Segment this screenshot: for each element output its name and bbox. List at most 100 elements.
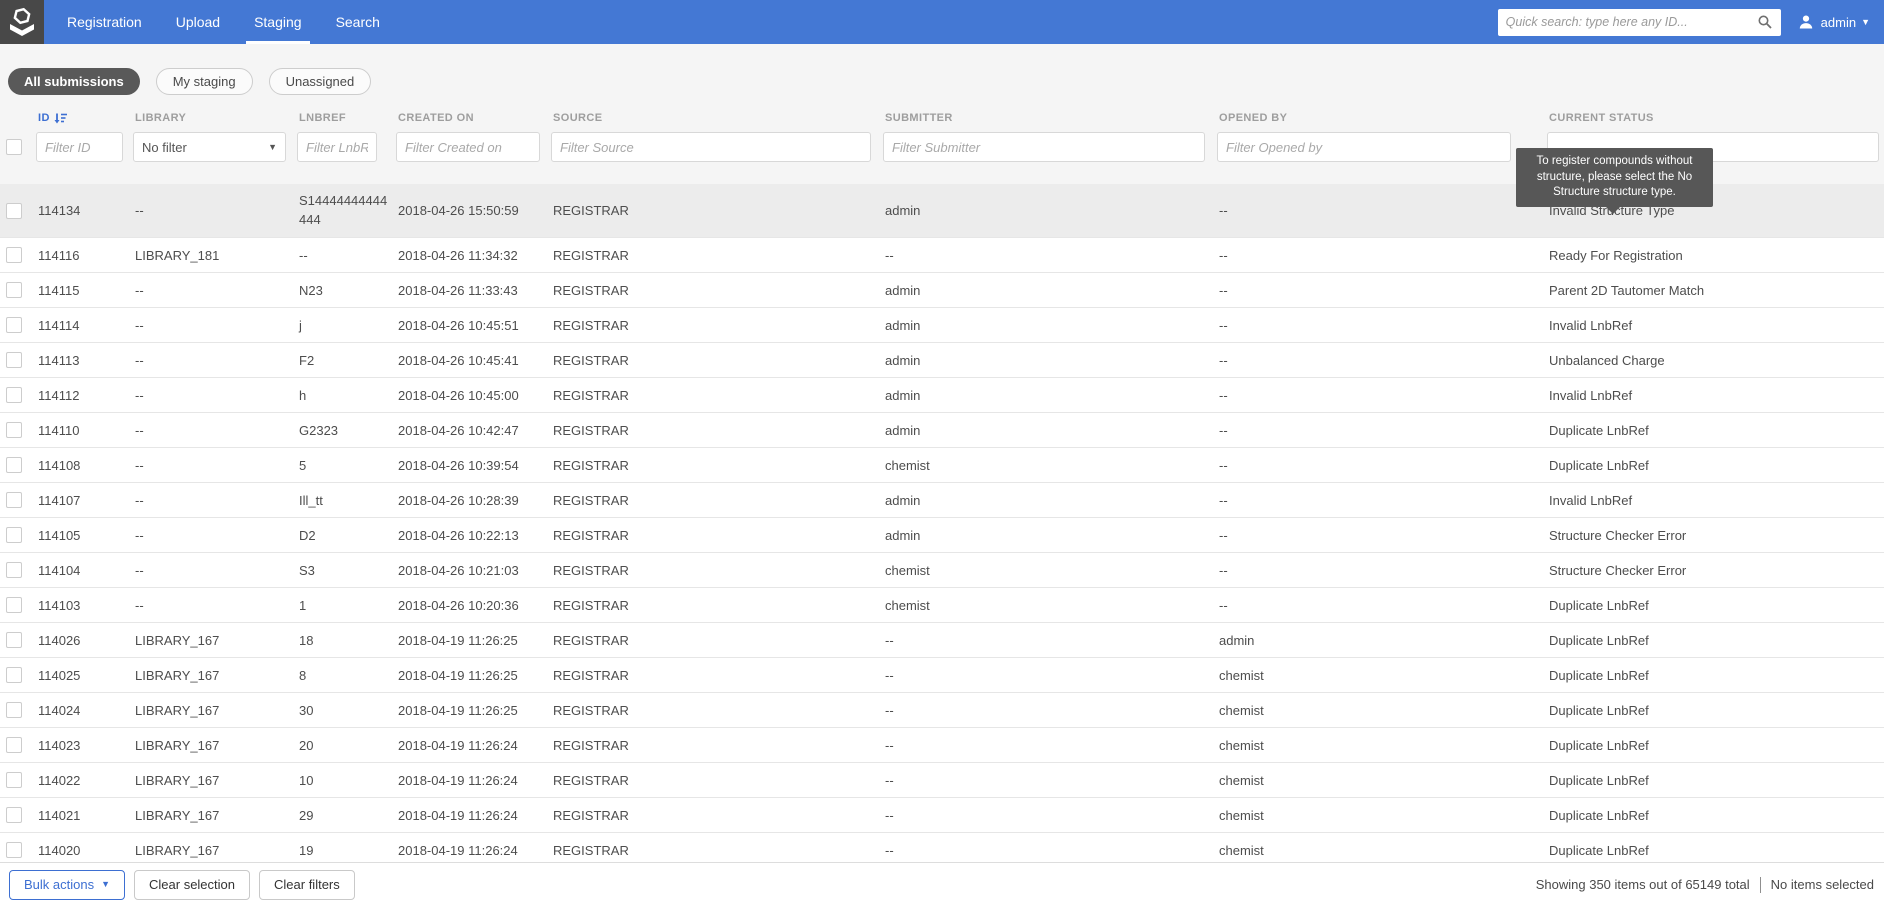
filter-library-select[interactable]: No filter ▼ [133,132,286,162]
column-header-id[interactable]: ID [30,112,127,125]
clear-selection-button[interactable]: Clear selection [134,870,250,900]
row-checkbox[interactable] [6,772,22,788]
table-row[interactable]: 114023LIBRARY_167202018-04-19 11:26:24RE… [0,728,1884,763]
cell-id: 114103 [30,598,127,613]
row-checkbox[interactable] [6,352,22,368]
table-row[interactable]: 114110--G23232018-04-26 10:42:47REGISTRA… [0,413,1884,448]
table-row[interactable]: 114114--j2018-04-26 10:45:51REGISTRARadm… [0,308,1884,343]
column-header-library[interactable]: LIBRARY [127,112,291,124]
row-checkbox[interactable] [6,737,22,753]
filter-id-input[interactable] [36,132,123,162]
column-header-current-status[interactable]: CURRENT STATUS [1541,112,1884,124]
row-checkbox[interactable] [6,422,22,438]
user-menu[interactable]: admin ▼ [1797,13,1870,31]
cell-source: REGISTRAR [545,563,877,578]
cell-lnbref: 1 [291,598,390,613]
row-checkbox[interactable] [6,842,22,858]
table-row[interactable]: 114104--S32018-04-26 10:21:03REGISTRARch… [0,553,1884,588]
row-checkbox[interactable] [6,457,22,473]
column-header-source[interactable]: SOURCE [545,112,877,124]
filter-created-on-input[interactable] [396,132,540,162]
row-checkbox[interactable] [6,527,22,543]
cell-submitter: -- [877,703,1211,718]
cell-lnbref: j [291,318,390,333]
table-row[interactable]: 114103--12018-04-26 10:20:36REGISTRARche… [0,588,1884,623]
cell-submitter: admin [877,423,1211,438]
cell-library: -- [127,283,291,298]
cell-created-on: 2018-04-19 11:26:24 [390,773,545,788]
cell-library: -- [127,458,291,473]
table-row[interactable]: 114113--F22018-04-26 10:45:41REGISTRARad… [0,343,1884,378]
table-row[interactable]: 114026LIBRARY_167182018-04-19 11:26:25RE… [0,623,1884,658]
table-row[interactable]: 114112--h2018-04-26 10:45:00REGISTRARadm… [0,378,1884,413]
cell-created-on: 2018-04-26 10:28:39 [390,493,545,508]
table-row[interactable]: 114021LIBRARY_167292018-04-19 11:26:24RE… [0,798,1884,833]
row-checkbox[interactable] [6,203,22,219]
row-checkbox[interactable] [6,317,22,333]
table-row[interactable]: 114115--N232018-04-26 11:33:43REGISTRARa… [0,273,1884,308]
row-checkbox[interactable] [6,247,22,263]
row-checkbox[interactable] [6,387,22,403]
row-checkbox-cell [0,597,30,613]
table-row[interactable]: 114108--52018-04-26 10:39:54REGISTRARche… [0,448,1884,483]
cell-source: REGISTRAR [545,773,877,788]
table-row[interactable]: 114107--Ill_tt2018-04-26 10:28:39REGISTR… [0,483,1884,518]
cell-created-on: 2018-04-19 11:26:24 [390,843,545,858]
cell-created-on: 2018-04-26 10:45:00 [390,388,545,403]
table-row[interactable]: 114022LIBRARY_167102018-04-19 11:26:24RE… [0,763,1884,798]
row-checkbox[interactable] [6,562,22,578]
filter-submitter-input[interactable] [883,132,1205,162]
items-summary: Showing 350 items out of 65149 total [1536,877,1750,892]
cell-submitter: admin [877,283,1211,298]
footer-status: Showing 350 items out of 65149 total No … [1536,877,1874,893]
column-header-submitter[interactable]: SUBMITTER [877,112,1211,124]
table-row[interactable]: 114105--D22018-04-26 10:22:13REGISTRARad… [0,518,1884,553]
nav-item-upload[interactable]: Upload [159,0,237,44]
cell-id: 114026 [30,633,127,648]
row-checkbox[interactable] [6,667,22,683]
nav-item-staging[interactable]: Staging [237,0,318,44]
table-row[interactable]: 114116LIBRARY_181--2018-04-26 11:34:32RE… [0,238,1884,273]
filter-lnbref-input[interactable] [297,132,377,162]
cell-submitter: admin [877,203,1211,218]
row-checkbox[interactable] [6,632,22,648]
row-checkbox[interactable] [6,492,22,508]
chevron-down-icon: ▼ [101,880,110,889]
select-all-checkbox[interactable] [6,139,22,155]
nav-item-search[interactable]: Search [319,0,397,44]
clear-filters-button[interactable]: Clear filters [259,870,355,900]
cell-lnbref: h [291,388,390,403]
cell-opened-by: admin [1211,633,1541,648]
cell-id: 114024 [30,703,127,718]
cell-status: Invalid LnbRef [1541,388,1884,403]
cell-opened-by: -- [1211,528,1541,543]
table-row[interactable]: 114025LIBRARY_16782018-04-19 11:26:25REG… [0,658,1884,693]
row-checkbox[interactable] [6,807,22,823]
app-logo[interactable] [0,0,44,44]
table-row[interactable]: 114020LIBRARY_167192018-04-19 11:26:24RE… [0,833,1884,862]
chip-unassigned[interactable]: Unassigned [269,68,372,95]
filter-opened-by-input[interactable] [1217,132,1511,162]
row-checkbox[interactable] [6,282,22,298]
column-header-opened-by[interactable]: OPENED BY [1211,112,1541,124]
search-icon[interactable] [1757,14,1773,30]
filter-source-input[interactable] [551,132,871,162]
table-row[interactable]: 114024LIBRARY_167302018-04-19 11:26:25RE… [0,693,1884,728]
cell-submitter: -- [877,633,1211,648]
cell-source: REGISTRAR [545,493,877,508]
column-header-lnbref[interactable]: LNBREF [291,112,390,124]
row-checkbox[interactable] [6,702,22,718]
cell-created-on: 2018-04-26 10:22:13 [390,528,545,543]
quick-search-input[interactable] [1506,15,1757,29]
cell-lnbref: 5 [291,458,390,473]
column-header-created-on[interactable]: CREATED ON [390,112,545,124]
row-checkbox[interactable] [6,597,22,613]
tooltip-text: To register compounds without structure,… [1537,155,1693,198]
user-name: admin [1821,15,1856,30]
bulk-actions-button[interactable]: Bulk actions ▼ [9,870,125,900]
cell-opened-by: -- [1211,388,1541,403]
nav-item-registration[interactable]: Registration [50,0,159,44]
chip-all-submissions[interactable]: All submissions [8,68,140,95]
cell-library: LIBRARY_167 [127,703,291,718]
chip-my-staging[interactable]: My staging [156,68,253,95]
